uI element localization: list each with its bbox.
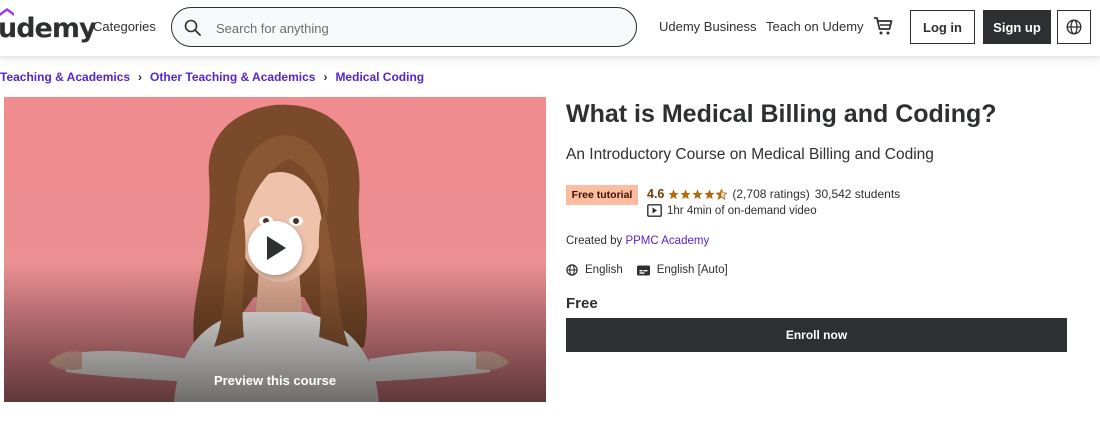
free-tutorial-badge: Free tutorial <box>566 185 638 205</box>
preview-course-label[interactable]: Preview this course <box>4 373 546 388</box>
play-button[interactable] <box>248 221 302 275</box>
play-icon <box>267 236 286 260</box>
rating-row: 4.6 (2,708 ratings) 30,542 students <box>647 187 900 201</box>
course-language: English <box>585 264 623 276</box>
globe-icon <box>566 264 578 276</box>
star-icon <box>668 188 679 199</box>
star-icon <box>692 188 703 199</box>
udemy-logo[interactable]: udemy <box>0 8 97 44</box>
language-row: English English [Auto] <box>566 264 728 276</box>
breadcrumb-item[interactable]: Teaching & Academics <box>0 70 130 84</box>
chevron-right-icon: › <box>323 70 328 84</box>
video-icon <box>647 204 662 217</box>
breadcrumb-item[interactable]: Other Teaching & Academics <box>150 70 315 84</box>
categories-link[interactable]: Categories <box>93 19 156 34</box>
login-button[interactable]: Log in <box>910 10 975 44</box>
created-by-label: Created by <box>566 235 623 247</box>
logo-hat-icon <box>0 8 14 16</box>
video-length-row: 1hr 4min of on-demand video <box>647 204 817 217</box>
course-captions: English [Auto] <box>656 264 728 276</box>
cart-icon[interactable] <box>873 16 893 36</box>
top-header: udemy Categories Udemy Business Teach on… <box>0 0 1100 56</box>
course-preview[interactable]: Preview this course <box>4 97 546 402</box>
udemy-business-link[interactable]: Udemy Business <box>659 19 757 34</box>
course-price: Free <box>566 295 598 312</box>
students-count: 30,542 students <box>814 187 901 201</box>
video-length: 1hr 4min of on-demand video <box>667 204 817 217</box>
breadcrumb: Teaching & Academics › Other Teaching & … <box>0 70 424 84</box>
closed-captions-icon <box>636 265 650 275</box>
enroll-now-button[interactable]: Enroll now <box>566 318 1067 352</box>
chevron-right-icon: › <box>138 70 143 84</box>
course-title: What is Medical Billing and Coding? <box>566 100 997 128</box>
rating-number: 4.6 <box>647 187 665 201</box>
search-icon[interactable] <box>184 19 201 36</box>
ratings-count[interactable]: (2,708 ratings) <box>732 187 809 201</box>
globe-icon <box>1066 19 1082 35</box>
language-button[interactable] <box>1057 10 1091 44</box>
instructor-link[interactable]: PPMC Academy <box>625 235 709 247</box>
search-input[interactable] <box>216 19 616 37</box>
created-by: Created by PPMC Academy <box>566 235 709 247</box>
signup-button[interactable]: Sign up <box>983 10 1051 44</box>
breadcrumb-item[interactable]: Medical Coding <box>335 70 424 84</box>
star-icon <box>704 188 715 199</box>
search-bar[interactable] <box>171 7 637 47</box>
star-half-icon <box>716 188 728 200</box>
star-rating <box>668 188 728 200</box>
star-icon <box>680 188 691 199</box>
logo-text: udemy <box>0 13 97 44</box>
course-subtitle: An Introductory Course on Medical Billin… <box>566 146 934 163</box>
teach-on-udemy-link[interactable]: Teach on Udemy <box>766 19 864 34</box>
